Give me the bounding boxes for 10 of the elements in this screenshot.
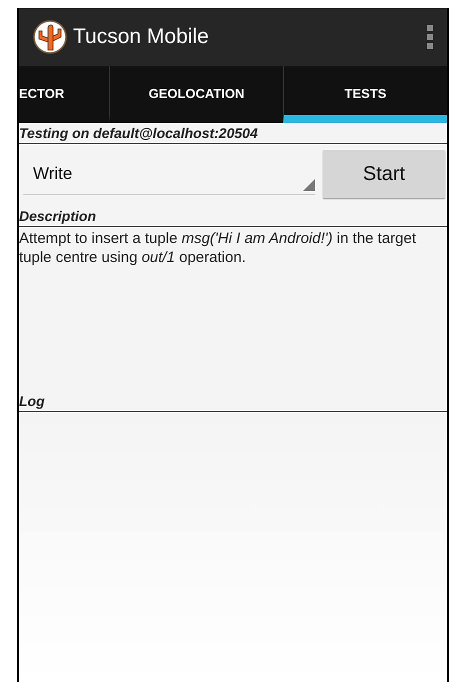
overflow-menu-icon[interactable] [427,25,433,49]
description-text: Attempt to insert a tuple msg('Hi I am Android!') in the target tuple centre using out/1 operation. [19,229,418,268]
dropdown-corner-icon [303,178,315,190]
testing-header: Testing on default@localhost:20504 [19,123,447,144]
start-button[interactable]: Start [323,150,445,198]
tab[interactable]: ECTOR [19,66,109,123]
cactus-logo-icon [33,20,67,54]
app-title: Tucson Mobile [73,25,210,49]
description-label: Description [19,206,447,227]
test-dropdown[interactable]: Write [23,154,315,194]
